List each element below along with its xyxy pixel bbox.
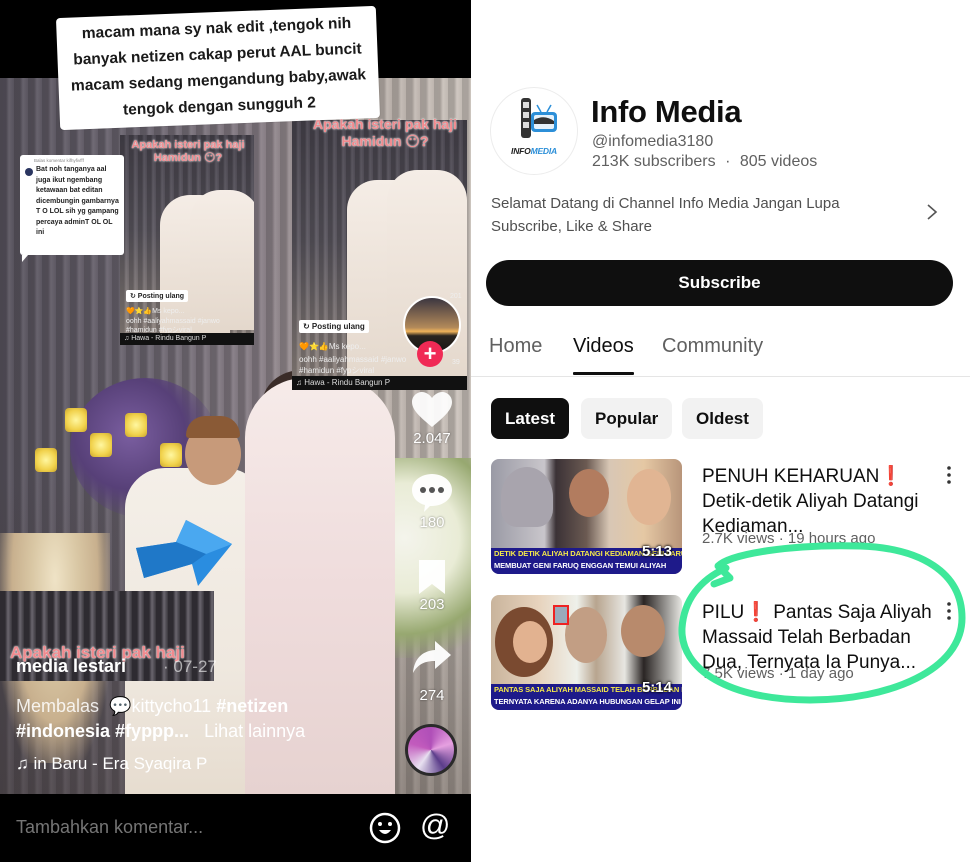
like-button[interactable]: 2.047 (400, 392, 464, 447)
chip-oldest[interactable]: Oldest (682, 398, 763, 439)
tab-community[interactable]: Community (662, 335, 763, 358)
video-description: Membalas 💬kittycho11 #netizen #indonesia… (16, 696, 306, 741)
embedded-video-left: ↻ Posting ulang 🧡⭐👍Ms kepo... oohh #aali… (120, 135, 254, 345)
video-duration: 5:13 (641, 543, 672, 560)
overlay-title: Apakah isteri pak haji Hamidun 😶? (313, 116, 457, 149)
caption-overlay: macam mana sy nak edit ,tengok nih banya… (55, 5, 381, 131)
channel-avatar[interactable]: INFOMEDIA (490, 87, 578, 175)
video-duration: 5:14 (641, 679, 672, 696)
comment-input[interactable] (16, 817, 336, 838)
post-date: · 07-27 (163, 657, 217, 676)
music-label[interactable]: ♫ in Baru - Era Syaqira P (16, 754, 207, 774)
emoji-icon[interactable] (369, 812, 401, 844)
blue-arrow-icon (136, 520, 232, 586)
video-meta: 7.5K views · 1 day ago (702, 665, 854, 682)
see-more-link[interactable]: Lihat lainnya (204, 721, 305, 741)
comment-bar: @ (0, 795, 471, 862)
comment-bubble-icon: 💬 (109, 696, 132, 716)
reply-avatar (25, 168, 33, 176)
channel-description[interactable]: Selamat Datang di Channel Info Media Jan… (491, 192, 911, 238)
hashtag-netizen[interactable]: #netizen (216, 696, 288, 716)
channel-tabs: Home Videos Community (471, 322, 970, 377)
subscriber-count: 213K subscribers (592, 153, 716, 170)
video-thumbnail[interactable]: PANTAS SAJA ALIYAH MASSAID TELAH BERBADA… (491, 595, 682, 710)
video-title[interactable]: PENUH KEHARUAN❗ Detik-detik Aliyah Datan… (702, 464, 937, 539)
exclamation-icon: ❗ (879, 466, 904, 487)
overlay-title-small: Apakah isteri pak haji Hamidun 😶? (131, 139, 245, 165)
save-button[interactable]: 203 (400, 560, 464, 613)
reply-comment-bubble: Balas komentar kifhyfivfff Bat noh tanga… (20, 155, 124, 262)
tiktok-panel: ↻ Posting ulang 🧡⭐👍Ms kepo... oohh #aali… (0, 0, 471, 862)
comment-button[interactable]: 180 (400, 474, 464, 531)
heart-icon (412, 392, 452, 427)
tab-videos[interactable]: Videos (573, 335, 634, 358)
more-options-icon[interactable] (945, 600, 953, 622)
share-icon (413, 641, 451, 673)
chip-popular[interactable]: Popular (581, 398, 673, 439)
comment-icon (412, 474, 452, 512)
video-meta: 2.7K views · 19 hours ago (702, 530, 876, 547)
video-thumbnail[interactable]: DETIK DETIK ALIYAH DATANGI KEDIAMAN GENI… (491, 459, 682, 574)
follow-button[interactable]: + (417, 341, 443, 367)
channel-handle: @infomedia3180 (592, 133, 714, 150)
video-item[interactable]: DETIK DETIK ALIYAH DATANGI KEDIAMAN GENI… (491, 459, 951, 577)
video-item[interactable]: PANTAS SAJA ALIYAH MASSAID TELAH BERBADA… (491, 595, 951, 713)
more-options-icon[interactable] (945, 464, 953, 486)
channel-name: Info Media (591, 94, 742, 129)
tv-logo-icon (521, 98, 557, 138)
share-button[interactable]: 274 (400, 641, 464, 704)
reply-user-link[interactable]: 💬kittycho11 (104, 696, 211, 716)
channel-stats: 213K subscribers · 805 videos (592, 153, 818, 170)
tab-home[interactable]: Home (489, 335, 542, 358)
music-disc[interactable] (405, 724, 457, 776)
subscribe-button[interactable]: Subscribe (486, 260, 953, 306)
username-link[interactable]: media lestari (16, 656, 126, 677)
chevron-right-icon[interactable] (926, 203, 938, 221)
mention-button[interactable]: @ (420, 809, 450, 843)
exclamation-icon: ❗ (744, 602, 768, 623)
video-count: 805 videos (739, 153, 818, 170)
chip-latest[interactable]: Latest (491, 398, 570, 439)
bookmark-icon (419, 560, 445, 594)
hashtag-fyp[interactable]: #fyppp... (115, 721, 189, 741)
video-title[interactable]: PILU❗ Pantas Saja Aliyah Massaid Telah B… (702, 600, 937, 675)
youtube-panel: INFOMEDIA Info Media @infomedia3180 213K… (471, 0, 970, 862)
active-tab-indicator (573, 372, 634, 375)
hashtag-indonesia[interactable]: #indonesia (16, 721, 110, 741)
